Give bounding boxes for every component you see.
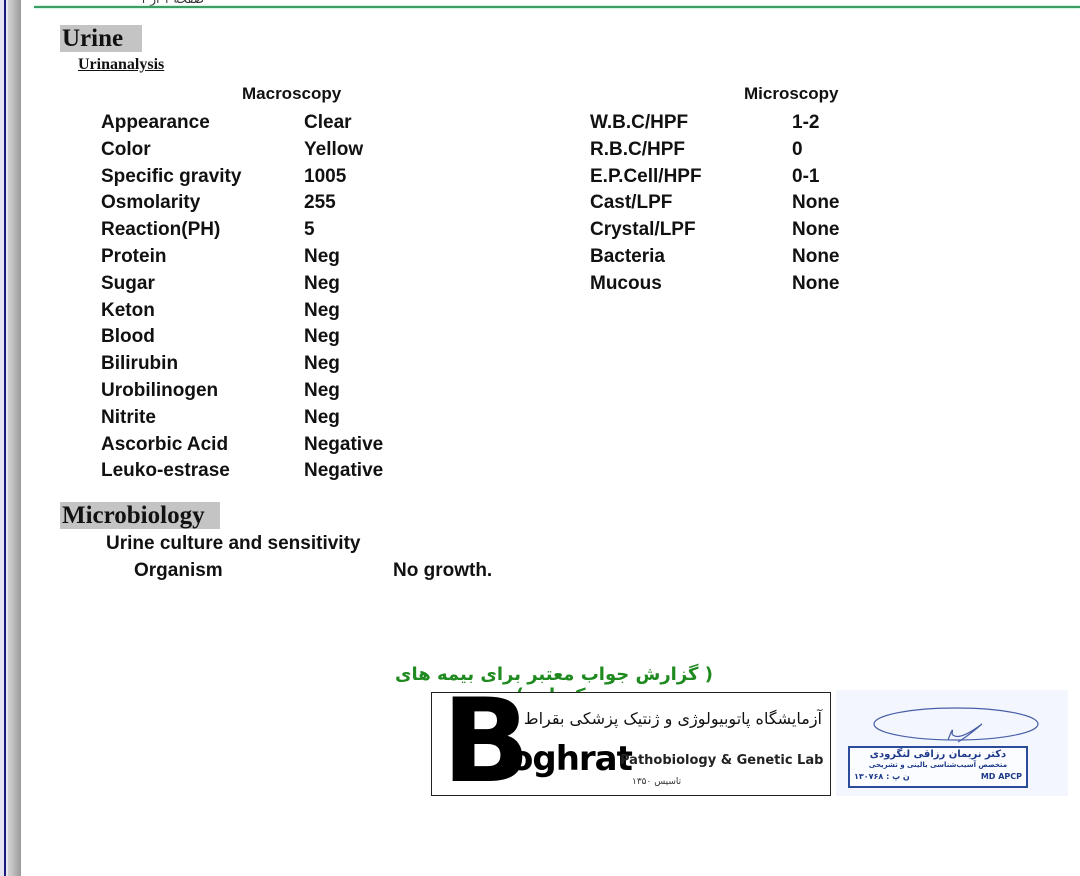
test-label: W.B.C/HPF xyxy=(590,112,689,133)
test-value: Neg xyxy=(304,353,340,375)
test-value: None xyxy=(792,219,840,241)
header-divider xyxy=(34,6,1080,8)
doctor-stamp: دکتر نریمان رزاقی لنگرودی متخصص آسیب‌شنا… xyxy=(836,690,1068,796)
test-label: Blood xyxy=(101,326,155,348)
test-label: Appearance xyxy=(101,112,210,133)
test-label: Keton xyxy=(101,299,155,321)
stamp-degree: MD APCP xyxy=(980,772,1022,781)
test-value: None xyxy=(792,246,840,267)
test-label: Bacteria xyxy=(590,246,665,267)
logo-name: oghrat xyxy=(510,739,633,779)
test-value: 5 xyxy=(304,219,315,241)
logo-persian-name: آزمایشگاه پاتوبیولوژی و ژنتیک پزشکی بقرا… xyxy=(523,709,822,728)
microscopy-heading: Microscopy xyxy=(744,84,839,103)
test-value: Neg xyxy=(304,326,340,348)
test-value: Yellow xyxy=(304,138,364,160)
test-label: Mucous xyxy=(590,272,662,294)
test-label: Bilirubin xyxy=(101,353,179,375)
test-value: None xyxy=(792,192,840,214)
test-label: Specific gravity xyxy=(101,165,242,187)
test-value: 0-1 xyxy=(792,165,820,187)
test-value: Neg xyxy=(304,406,340,428)
test-value: 1005 xyxy=(304,165,347,187)
stamp-doctor-name: دکتر نریمان رزاقی لنگرودی xyxy=(869,749,1007,760)
lab-logo: B آزمایشگاه پاتوبیولوژی و ژنتیک پزشکی بق… xyxy=(431,692,831,796)
test-value: Neg xyxy=(304,380,340,401)
test-label: Leuko-estrase xyxy=(101,460,230,482)
test-label: Color xyxy=(101,138,151,160)
macroscopy-heading: Macroscopy xyxy=(242,84,342,103)
test-value: Neg xyxy=(304,272,340,294)
test-value: Neg xyxy=(304,246,340,267)
test-label: R.B.C/HPF xyxy=(590,138,685,160)
stamp-box: دکتر نریمان رزاقی لنگرودی متخصص آسیب‌شنا… xyxy=(848,746,1028,788)
test-label: Nitrite xyxy=(101,406,156,428)
section-title-urine: Urine xyxy=(60,25,142,52)
culture-test-name: Urine culture and sensitivity xyxy=(106,533,361,554)
test-label: Reaction(PH) xyxy=(101,219,221,241)
window-left-border xyxy=(0,0,21,876)
logo-established: تاسیس ۱۳۵۰ xyxy=(632,777,682,787)
test-value: Negative xyxy=(304,433,384,455)
test-label: Protein xyxy=(101,246,167,267)
stamp-doctor-title: متخصص آسیب‌شناسی بالینی و تشریحی xyxy=(868,761,1008,769)
test-value: Clear xyxy=(304,112,352,133)
section-title-microbiology: Microbiology xyxy=(60,502,220,529)
stamp-license-code: ن پ : ۱۳۰۷۶۸ xyxy=(854,772,910,781)
test-value: 1-2 xyxy=(792,112,820,133)
test-label: E.P.Cell/HPF xyxy=(590,165,702,187)
organism-label: Organism xyxy=(134,560,223,581)
test-label: Osmolarity xyxy=(101,192,201,214)
test-value: 255 xyxy=(304,192,336,214)
test-label: Crystal/LPF xyxy=(590,219,696,241)
subsection-urinanalysis: Urinanalysis xyxy=(78,56,165,73)
test-label: Urobilinogen xyxy=(101,380,219,401)
test-value: Negative xyxy=(304,460,384,482)
organism-value: No growth. xyxy=(393,560,493,581)
test-value: 0 xyxy=(792,138,803,160)
test-value: Neg xyxy=(304,299,340,321)
logo-english-name: Pathobiology & Genetic Lab xyxy=(620,753,824,768)
test-value: None xyxy=(792,272,840,294)
test-label: Sugar xyxy=(101,272,155,294)
test-label: Cast/LPF xyxy=(590,192,673,214)
test-label: Ascorbic Acid xyxy=(101,433,229,455)
